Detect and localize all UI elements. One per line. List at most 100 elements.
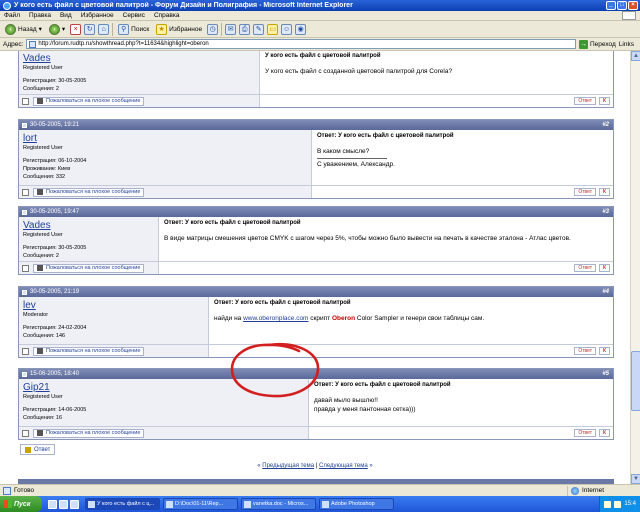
- scroll-up-icon[interactable]: ▲: [631, 51, 640, 61]
- post-username[interactable]: lev: [23, 300, 204, 311]
- toolbar-separator: [112, 22, 114, 36]
- menu-edit[interactable]: Правка: [29, 12, 51, 19]
- forward-button[interactable]: › ▾: [47, 22, 67, 36]
- select-post-checkbox[interactable]: [22, 429, 29, 437]
- quicklaunch-ie-icon[interactable]: [59, 499, 68, 509]
- taskbar-item-word[interactable]: vanetka.doc - Micros...: [241, 498, 316, 510]
- maximize-button[interactable]: □: [617, 1, 627, 10]
- quick-reply-button[interactable]: К: [599, 188, 610, 196]
- address-input[interactable]: http://forum.rudtp.ru/showthread.php?t=1…: [26, 39, 576, 49]
- edit-icon[interactable]: ✎: [253, 23, 265, 35]
- report-post-button[interactable]: Пожаловаться на плохое сообщение: [33, 263, 145, 273]
- favorites-button[interactable]: ★ Избранное: [154, 22, 204, 36]
- scroll-down-icon[interactable]: ▼: [631, 474, 640, 484]
- post-number[interactable]: #3: [602, 209, 613, 215]
- home-icon[interactable]: ⌂: [98, 23, 110, 35]
- taskbar-item-ie[interactable]: У кого есть файл с ц...: [85, 498, 160, 510]
- quote-reply-button[interactable]: Ответ: [574, 188, 596, 196]
- oberon-site-link[interactable]: www.oberonplace.com: [243, 315, 308, 322]
- back-button[interactable]: ‹ Назад ▾: [3, 22, 44, 36]
- forward-arrow-icon: ›: [48, 23, 60, 35]
- post-text: найди на www.oberonplace.com скрипт Ober…: [214, 314, 608, 323]
- post-number[interactable]: #4: [602, 289, 613, 295]
- quote-reply-button[interactable]: Ответ: [574, 347, 596, 355]
- select-post-checkbox[interactable]: [22, 188, 29, 196]
- tray-network-icon[interactable]: [604, 500, 612, 508]
- report-icon: [37, 189, 43, 195]
- menu-file[interactable]: Файл: [4, 12, 20, 19]
- report-post-button[interactable]: Пожаловаться на плохое сообщение: [33, 346, 145, 356]
- post-userpane: lort Registered User Регистрация: 06-10-…: [19, 130, 312, 185]
- report-label: Пожаловаться на плохое сообщение: [46, 348, 141, 354]
- post-number[interactable]: #5: [602, 371, 613, 377]
- windows-flag-icon: [4, 500, 12, 508]
- post-username[interactable]: lort: [23, 133, 307, 144]
- folder-icon[interactable]: ▭: [267, 23, 279, 35]
- quicklaunch-desktop-icon[interactable]: [48, 499, 57, 509]
- word-task-icon: [244, 500, 251, 508]
- post-message: У кого есть файл с цветовой палитрой У к…: [260, 51, 613, 94]
- post-username[interactable]: Vades: [23, 220, 154, 231]
- go-button[interactable]: → Переход: [578, 39, 616, 49]
- chevron-down-icon[interactable]: ▾: [62, 25, 65, 33]
- post-username[interactable]: Vades: [23, 53, 255, 64]
- links-button[interactable]: Links: [619, 41, 634, 48]
- research-icon[interactable]: ◉: [295, 23, 307, 35]
- reply-icon: [25, 446, 31, 453]
- new-reply-button[interactable]: Ответ: [20, 444, 56, 455]
- refresh-icon[interactable]: ↻: [84, 23, 96, 35]
- post-number[interactable]: #2: [602, 122, 613, 128]
- favorites-star-icon: ★: [156, 23, 168, 35]
- forum-post: 30-05-2005, 19:47 #3 Vades Registered Us…: [18, 206, 614, 275]
- menu-favorites[interactable]: Избранное: [81, 12, 114, 19]
- minimize-button[interactable]: _: [606, 1, 616, 10]
- next-thread-link[interactable]: Следующая тема: [319, 463, 368, 469]
- quote-reply-button[interactable]: Ответ: [574, 429, 596, 437]
- photoshop-task-icon: [322, 500, 329, 508]
- menu-help[interactable]: Справка: [154, 12, 180, 19]
- quick-reply-button[interactable]: К: [599, 97, 610, 105]
- select-post-checkbox[interactable]: [22, 347, 29, 355]
- report-post-button[interactable]: Пожаловаться на плохое сообщение: [33, 96, 145, 106]
- info-line: Сообщения: 2: [23, 86, 59, 92]
- select-post-checkbox[interactable]: [22, 97, 29, 105]
- taskbar-item-photoshop[interactable]: Adobe Photoshop: [319, 498, 394, 510]
- quote-reply-button[interactable]: Ответ: [574, 97, 596, 105]
- post-user-role: Moderator: [23, 312, 49, 318]
- start-button[interactable]: Пуск: [0, 496, 42, 512]
- select-post-checkbox[interactable]: [22, 264, 29, 272]
- address-url: http://forum.rudtp.ru/showthread.php?t=1…: [38, 41, 209, 47]
- post-user-info: Регистрация: 24-02-2004 Сообщения: 146: [23, 324, 204, 340]
- quick-reply-button[interactable]: К: [599, 347, 610, 355]
- report-post-button[interactable]: Пожаловаться на плохое сообщение: [33, 187, 145, 197]
- scrollbar-thumb[interactable]: [631, 351, 640, 411]
- menu-tools[interactable]: Сервис: [123, 12, 145, 19]
- post-date: 15-06-2005, 18:40: [30, 371, 80, 377]
- prev-thread-link[interactable]: Предыдущая тема: [262, 463, 314, 469]
- quote-reply-button[interactable]: Ответ: [574, 264, 596, 272]
- print-icon[interactable]: ⎙: [239, 23, 251, 35]
- close-button[interactable]: ×: [628, 1, 638, 10]
- post-user-info: Регистрация: 06-10-2004 Проживание: Киев…: [23, 157, 307, 181]
- browser-toolbar: ‹ Назад ▾ › ▾ × ↻ ⌂ ⚲ Поиск ★ Избранное …: [0, 21, 640, 38]
- menu-view[interactable]: Вид: [60, 12, 72, 19]
- windows-taskbar: Пуск У кого есть файл с ц... D:\Doc\01-1…: [0, 496, 640, 512]
- history-icon[interactable]: ◷: [207, 23, 219, 35]
- tray-volume-icon[interactable]: [614, 500, 622, 508]
- messenger-icon[interactable]: ☺: [281, 23, 293, 35]
- window-titlebar: У кого есть файл с цветовой палитрой - Ф…: [0, 0, 640, 11]
- post-text-segment: Color Sampler и генери свои таблицы сам.: [355, 315, 485, 322]
- quick-reply-button[interactable]: К: [599, 264, 610, 272]
- quick-reply-button[interactable]: К: [599, 429, 610, 437]
- post-footer-right: Ответ К: [312, 186, 613, 198]
- stop-icon[interactable]: ×: [70, 23, 82, 35]
- quicklaunch-outlook-icon[interactable]: [70, 499, 79, 509]
- report-post-button[interactable]: Пожаловаться на плохое сообщение: [33, 428, 145, 438]
- taskbar-item-folder[interactable]: D:\Doc\01-11\Rep...: [163, 498, 238, 510]
- search-button[interactable]: ⚲ Поиск: [116, 22, 151, 36]
- vertical-scrollbar[interactable]: ▲ ▼: [630, 51, 640, 484]
- report-icon: [37, 348, 43, 354]
- report-icon: [37, 430, 43, 436]
- chevron-down-icon[interactable]: ▾: [39, 25, 42, 33]
- mail-icon[interactable]: ✉: [225, 23, 237, 35]
